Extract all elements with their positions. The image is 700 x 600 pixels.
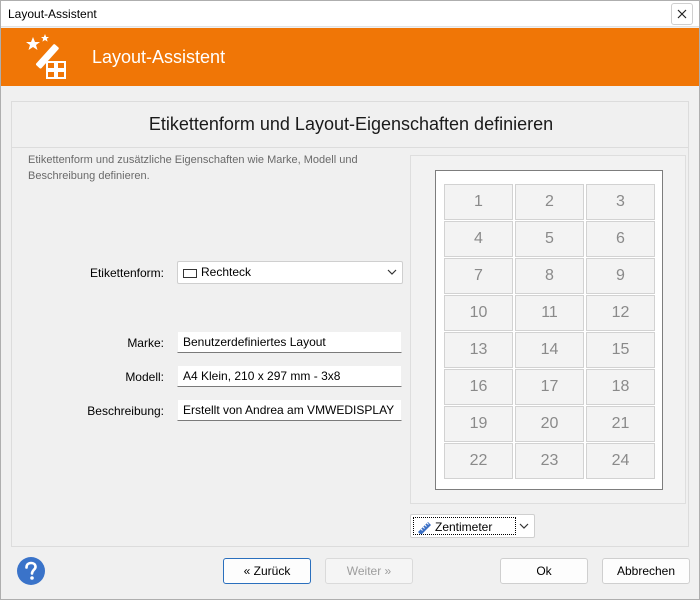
unit-select-value: Zentimeter	[435, 520, 493, 534]
label-cell: 9	[586, 258, 655, 294]
wand-icon	[26, 34, 66, 79]
unit-select[interactable]: Zentimeter	[410, 514, 535, 538]
ok-button[interactable]: Ok	[500, 558, 588, 584]
label-cell: 12	[586, 295, 655, 331]
title-bar: Layout-Assistent	[1, 1, 699, 27]
model-label: Modell:	[125, 370, 164, 384]
header-banner: Layout-Assistent	[1, 28, 699, 86]
shape-select-value: Rechteck	[201, 265, 252, 279]
help-icon[interactable]	[16, 556, 46, 586]
content-panel: Etikettenform und Layout-Eigenschaften d…	[11, 101, 689, 547]
shape-select[interactable]: Rechteck	[177, 261, 403, 284]
layout-assistant-window: Layout-Assistent Layout-Assistent Etiket…	[0, 0, 700, 600]
label-sheet-preview: 1 2 3 4 5 6 7 8 9 10 11 12 13 14 15 16 17 18 19 20 21 22 23 24	[435, 170, 663, 490]
label-grid: 1 2 3 4 5 6 7 8 9 10 11 12 13 14 15 16 17 18 19 20 21 22 23 24	[444, 184, 656, 479]
label-cell: 21	[586, 406, 655, 442]
label-cell: 5	[515, 221, 584, 257]
model-input[interactable]: A4 Klein, 210 x 297 mm - 3x8	[177, 365, 402, 387]
page-description: Etikettenform und zusätzliche Eigenschaf…	[28, 154, 358, 182]
brand-label: Marke:	[127, 336, 164, 350]
description-input[interactable]: Erstellt von Andrea am VMWEDISPLAY	[177, 399, 402, 421]
cancel-button[interactable]: Abbrechen	[602, 558, 690, 584]
label-cell: 17	[515, 369, 584, 405]
label-cell: 19	[444, 406, 513, 442]
label-cell: 2	[515, 184, 584, 220]
label-cell: 6	[586, 221, 655, 257]
label-cell: 24	[586, 443, 655, 479]
label-cell: 13	[444, 332, 513, 368]
label-cell: 23	[515, 443, 584, 479]
rectangle-icon	[183, 269, 197, 278]
heading-divider	[12, 147, 688, 148]
label-cell: 7	[444, 258, 513, 294]
description-label: Beschreibung:	[87, 404, 164, 418]
shape-label: Etikettenform:	[89, 266, 164, 280]
ruler-icon	[418, 522, 431, 534]
close-button[interactable]	[671, 3, 693, 25]
label-cell: 11	[515, 295, 584, 331]
label-cell: 15	[586, 332, 655, 368]
label-cell: 18	[586, 369, 655, 405]
brand-input[interactable]: Benutzerdefiniertes Layout	[177, 331, 402, 353]
label-cell: 8	[515, 258, 584, 294]
label-cell: 10	[444, 295, 513, 331]
label-cell: 4	[444, 221, 513, 257]
label-cell: 16	[444, 369, 513, 405]
page-heading: Etikettenform und Layout-Eigenschaften d…	[148, 114, 554, 134]
label-cell: 1	[444, 184, 513, 220]
chevron-down-icon	[519, 523, 529, 529]
unit-select-focus: Zentimeter	[413, 517, 516, 535]
layout-preview-panel: 1 2 3 4 5 6 7 8 9 10 11 12 13 14 15 16 17 18 19 20 21 22 23 24	[410, 155, 686, 504]
window-title: Layout-Assistent	[8, 7, 97, 21]
back-button[interactable]: « Zurück	[223, 558, 311, 584]
next-button[interactable]: Weiter »	[325, 558, 413, 584]
label-cell: 22	[444, 443, 513, 479]
label-cell: 14	[515, 332, 584, 368]
chevron-down-icon	[387, 269, 397, 275]
label-cell: 3	[586, 184, 655, 220]
close-icon	[677, 9, 687, 19]
header-title: Layout-Assistent	[92, 47, 226, 67]
label-cell: 20	[515, 406, 584, 442]
